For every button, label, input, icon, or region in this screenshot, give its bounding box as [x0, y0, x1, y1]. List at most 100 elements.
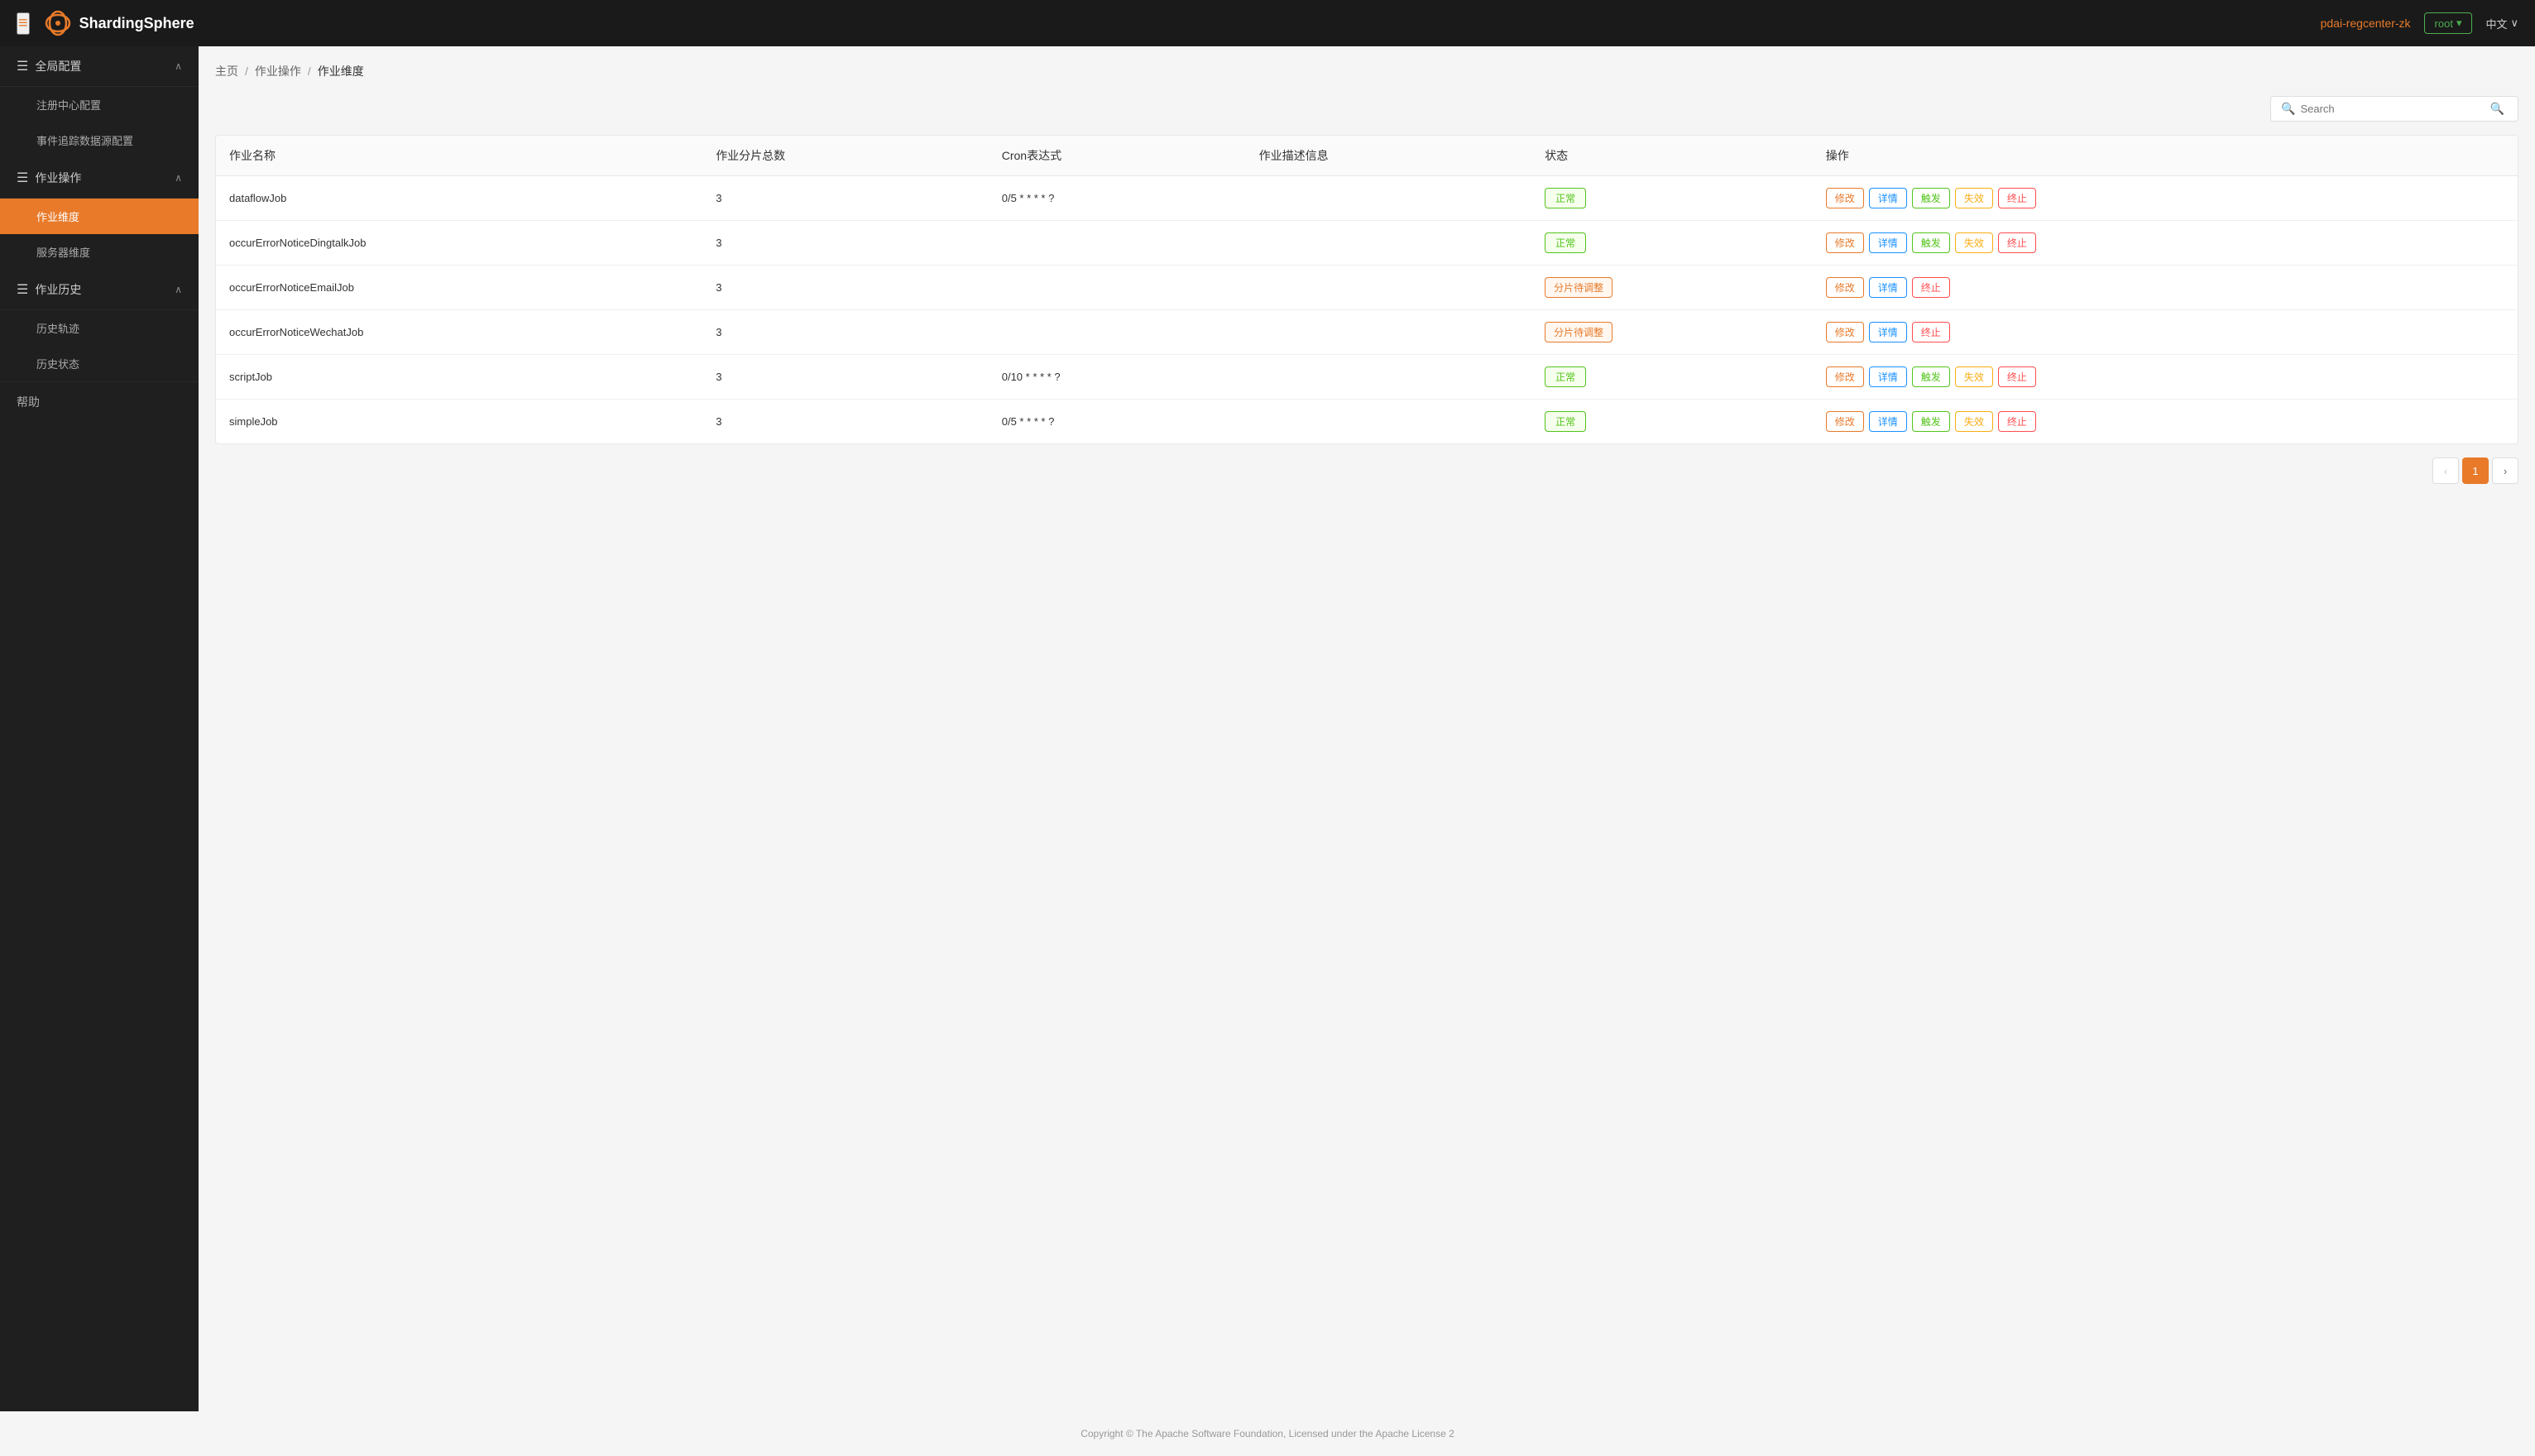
action-buttons-1: 修改详情触发失效终止	[1826, 232, 2504, 253]
cell-desc-4	[1246, 355, 1532, 400]
user-menu-button[interactable]: root ▾	[2424, 12, 2473, 34]
pagination-next-button[interactable]: ›	[2492, 457, 2518, 484]
btn-trigger-5[interactable]: 触发	[1912, 411, 1950, 432]
search-submit-button[interactable]: 🔍	[2487, 102, 2508, 116]
col-header-cron: Cron表达式	[989, 136, 1246, 176]
btn-stop-3[interactable]: 终止	[1912, 322, 1950, 342]
breadcrumb-sep-1: /	[245, 65, 248, 78]
logo-icon	[43, 8, 73, 38]
action-buttons-5: 修改详情触发失效终止	[1826, 411, 2504, 432]
btn-edit-4[interactable]: 修改	[1826, 366, 1864, 387]
table-row: dataflowJob30/5 * * * * ?正常修改详情触发失效终止	[216, 176, 2518, 221]
sidebar-item-server-dimension[interactable]: 服务器维度	[0, 234, 199, 270]
btn-trigger-4[interactable]: 触发	[1912, 366, 1950, 387]
btn-stop-5[interactable]: 终止	[1998, 411, 2036, 432]
btn-stop-1[interactable]: 终止	[1998, 232, 2036, 253]
sidebar-item-help[interactable]: 帮助	[0, 381, 199, 422]
table-row: occurErrorNoticeEmailJob3分片待调整修改详情终止	[216, 266, 2518, 310]
sidebar-group-job-ops-chevron: ∧	[175, 172, 182, 184]
cell-desc-1	[1246, 221, 1532, 266]
sidebar-section-job-history: ☰ 作业历史 ∧ 历史轨迹 历史状态	[0, 270, 199, 381]
table-row: occurErrorNoticeDingtalkJob3正常修改详情触发失效终止	[216, 221, 2518, 266]
cell-name-0: dataflowJob	[216, 176, 702, 221]
btn-edit-0[interactable]: 修改	[1826, 188, 1864, 208]
btn-stop-2[interactable]: 终止	[1912, 277, 1950, 298]
status-badge-4: 正常	[1545, 366, 1586, 387]
breadcrumb-job-ops[interactable]: 作业操作	[255, 63, 301, 79]
action-buttons-0: 修改详情触发失效终止	[1826, 188, 2504, 208]
content-area: 主页 / 作业操作 / 作业维度 🔍 🔍	[199, 46, 2535, 1411]
cell-actions-4: 修改详情触发失效终止	[1813, 355, 2518, 400]
breadcrumb-home[interactable]: 主页	[215, 63, 238, 79]
cell-shards-4: 3	[702, 355, 989, 400]
btn-detail-4[interactable]: 详情	[1869, 366, 1907, 387]
col-header-desc: 作业描述信息	[1246, 136, 1532, 176]
btn-stop-4[interactable]: 终止	[1998, 366, 2036, 387]
cell-desc-5	[1246, 400, 1532, 444]
sidebar-item-history-status[interactable]: 历史状态	[0, 346, 199, 381]
sidebar-item-job-dimension[interactable]: 作业维度	[0, 199, 199, 234]
sidebar-group-job-ops[interactable]: ☰ 作业操作 ∧	[0, 158, 199, 199]
list-icon: ☰	[17, 58, 28, 74]
breadcrumb-sep-2: /	[308, 65, 311, 78]
breadcrumb-current: 作业维度	[318, 63, 364, 79]
btn-trigger-1[interactable]: 触发	[1912, 232, 1950, 253]
btn-fail-5[interactable]: 失效	[1955, 411, 1993, 432]
cell-shards-5: 3	[702, 400, 989, 444]
btn-edit-2[interactable]: 修改	[1826, 277, 1864, 298]
lang-chevron-icon: ∨	[2510, 17, 2518, 30]
logo-area: ShardingSphere	[43, 8, 194, 38]
cell-name-1: occurErrorNoticeDingtalkJob	[216, 221, 702, 266]
cell-cron-1	[989, 221, 1246, 266]
cell-cron-4: 0/10 * * * * ?	[989, 355, 1246, 400]
header: ≡ ShardingSphere pdai-regcenter-zk root …	[0, 0, 2535, 46]
cell-shards-1: 3	[702, 221, 989, 266]
table-header-row: 作业名称 作业分片总数 Cron表达式 作业描述信息 状态 操作	[216, 136, 2518, 176]
cell-shards-0: 3	[702, 176, 989, 221]
btn-stop-0[interactable]: 终止	[1998, 188, 2036, 208]
cell-status-4: 正常	[1531, 355, 1813, 400]
main-area: ☰ 全局配置 ∧ 注册中心配置 事件追踪数据源配置 ☰ 作业操作 ∧ 作业维度	[0, 46, 2535, 1411]
cell-cron-2	[989, 266, 1246, 310]
status-badge-5: 正常	[1545, 411, 1586, 432]
sidebar-group-job-history-label: 作业历史	[35, 281, 81, 298]
reg-center-label: pdai-regcenter-zk	[2321, 17, 2411, 30]
sidebar-group-job-history[interactable]: ☰ 作业历史 ∧	[0, 270, 199, 310]
menu-toggle-button[interactable]: ≡	[17, 12, 30, 35]
btn-edit-1[interactable]: 修改	[1826, 232, 1864, 253]
cell-cron-0: 0/5 * * * * ?	[989, 176, 1246, 221]
btn-detail-0[interactable]: 详情	[1869, 188, 1907, 208]
btn-fail-1[interactable]: 失效	[1955, 232, 1993, 253]
cell-actions-3: 修改详情终止	[1813, 310, 2518, 355]
btn-trigger-0[interactable]: 触发	[1912, 188, 1950, 208]
list-icon-2: ☰	[17, 170, 28, 186]
action-buttons-2: 修改详情终止	[1826, 277, 2504, 298]
jobs-table: 作业名称 作业分片总数 Cron表达式 作业描述信息 状态 操作 dataflo…	[216, 136, 2518, 443]
pagination-page-1-button[interactable]: 1	[2462, 457, 2489, 484]
btn-detail-2[interactable]: 详情	[1869, 277, 1907, 298]
cell-status-2: 分片待调整	[1531, 266, 1813, 310]
cell-status-5: 正常	[1531, 400, 1813, 444]
list-icon-3: ☰	[17, 281, 28, 298]
col-header-name: 作业名称	[216, 136, 702, 176]
search-input[interactable]	[2300, 103, 2486, 115]
btn-detail-3[interactable]: 详情	[1869, 322, 1907, 342]
footer-text: Copyright © The Apache Software Foundati…	[1081, 1428, 1454, 1439]
sidebar-item-history-trace[interactable]: 历史轨迹	[0, 310, 199, 346]
btn-fail-0[interactable]: 失效	[1955, 188, 1993, 208]
btn-fail-4[interactable]: 失效	[1955, 366, 1993, 387]
footer: Copyright © The Apache Software Foundati…	[0, 1411, 2535, 1456]
btn-edit-3[interactable]: 修改	[1826, 322, 1864, 342]
btn-edit-5[interactable]: 修改	[1826, 411, 1864, 432]
sidebar-item-event-trace-config[interactable]: 事件追踪数据源配置	[0, 122, 199, 158]
lang-switch-button[interactable]: 中文 ∨	[2485, 16, 2518, 31]
sidebar-group-job-history-chevron: ∧	[175, 284, 182, 295]
btn-detail-1[interactable]: 详情	[1869, 232, 1907, 253]
btn-detail-5[interactable]: 详情	[1869, 411, 1907, 432]
logo-text: ShardingSphere	[79, 15, 194, 32]
table-row: simpleJob30/5 * * * * ?正常修改详情触发失效终止	[216, 400, 2518, 444]
pagination-prev-button[interactable]: ‹	[2432, 457, 2459, 484]
sidebar-group-global-config[interactable]: ☰ 全局配置 ∧	[0, 46, 199, 87]
cell-name-3: occurErrorNoticeWechatJob	[216, 310, 702, 355]
sidebar-item-reg-center-config[interactable]: 注册中心配置	[0, 87, 199, 122]
